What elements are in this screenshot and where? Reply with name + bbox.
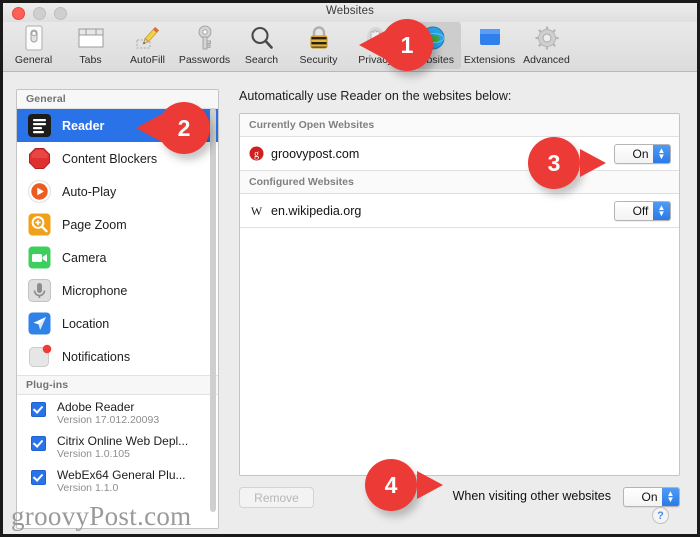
padlock-icon — [307, 24, 331, 52]
plugin-checkbox[interactable] — [31, 402, 46, 417]
callout-marker-3: 3 — [528, 137, 606, 195]
chevron-updown-icon: ▲ ▼ — [653, 201, 670, 220]
remove-button[interactable]: Remove — [239, 487, 314, 508]
sidebar-item-location-label: Location — [62, 316, 110, 331]
plugin-row-adobe-reader[interactable]: Adobe Reader Version 17.012.20093 — [17, 395, 218, 429]
svg-text:g: g — [254, 149, 259, 160]
marker-number: 4 — [384, 471, 398, 498]
sidebar-item-content-blockers-label: Content Blockers — [62, 151, 158, 166]
site-name: en.wikipedia.org — [271, 203, 362, 218]
other-websites-label: When visiting other websites — [452, 489, 611, 503]
toolbar-tab-tabs[interactable]: Tabs — [62, 22, 119, 69]
toolbar-tab-advanced[interactable]: Advanced — [518, 22, 575, 69]
sidebar-item-camera-label: Camera — [62, 250, 107, 265]
toolbar-tab-extensions-label: Extensions — [463, 54, 516, 66]
sidebar-item-notifications-label: Notifications — [62, 349, 131, 364]
auto-play-icon — [27, 179, 52, 204]
toolbar-tab-tabs-label: Tabs — [79, 54, 102, 66]
sidebar-item-location[interactable]: Location — [17, 307, 218, 340]
toolbar-tab-passwords[interactable]: Passwords — [176, 22, 233, 69]
toolbar-tab-search[interactable]: Search — [233, 22, 290, 69]
marker-number: 2 — [177, 114, 191, 141]
callout-marker-4: 4 — [365, 459, 443, 517]
callout-marker-1: 1 — [359, 19, 455, 77]
wikipedia-favicon: W — [249, 203, 264, 218]
help-button[interactable]: ? — [652, 507, 669, 524]
marker-number: 1 — [400, 31, 414, 58]
plugin-version: Version 1.1.0 — [57, 482, 119, 494]
marker-pointer — [580, 149, 606, 177]
content-blockers-icon — [27, 146, 52, 171]
toolbar-tab-extensions[interactable]: Extensions — [461, 22, 518, 69]
safari-preferences-window: Websites General Tabs AutoFill Passwords… — [0, 0, 700, 537]
section-header-currently-open: Currently Open Websites — [240, 114, 679, 137]
svg-text:W: W — [251, 204, 263, 218]
sidebar-scrollbar[interactable] — [210, 108, 216, 512]
section-header-configured: Configured Websites — [240, 171, 679, 194]
microphone-icon — [27, 278, 52, 303]
marker-number: 3 — [547, 149, 561, 176]
plugin-row-webex[interactable]: WebEx64 General Plu... Version 1.1.0 — [17, 463, 218, 497]
magnifier-icon — [249, 24, 275, 52]
panel-heading: Automatically use Reader on the websites… — [239, 89, 512, 103]
location-icon — [27, 311, 52, 336]
watermark: groovyPost.com — [11, 501, 192, 531]
toolbar-tab-passwords-label: Passwords — [178, 54, 231, 66]
toolbar-tab-security[interactable]: Security — [290, 22, 347, 69]
notifications-icon — [27, 344, 52, 369]
reader-icon — [27, 113, 52, 138]
autofill-pencil-icon — [135, 24, 161, 52]
preferences-toolbar: General Tabs AutoFill Passwords Search S… — [3, 22, 697, 72]
plugin-name: Adobe Reader — [57, 400, 135, 414]
toolbar-tab-autofill[interactable]: AutoFill — [119, 22, 176, 69]
page-zoom-icon — [27, 212, 52, 237]
wikipedia-reader-popup[interactable]: Off ▲ ▼ — [614, 200, 671, 221]
plugin-checkbox[interactable] — [31, 470, 46, 485]
sidebar-item-auto-play-label: Auto-Play — [62, 184, 117, 199]
websites-list: Currently Open Websites g groovypost.com… — [239, 113, 680, 476]
sidebar-item-notifications[interactable]: Notifications — [17, 340, 218, 373]
marker-pointer — [417, 471, 443, 499]
other-websites-popup[interactable]: On ▲ ▼ — [623, 487, 680, 507]
chevron-updown-icon: ▲ ▼ — [653, 144, 670, 163]
groovypost-reader-popup[interactable]: On ▲ ▼ — [614, 143, 671, 164]
sidebar-item-page-zoom-label: Page Zoom — [62, 217, 127, 232]
toolbar-tab-general[interactable]: General — [5, 22, 62, 69]
reader-settings-panel: Automatically use Reader on the websites… — [235, 89, 684, 534]
key-icon — [195, 24, 215, 52]
callout-marker-2: 2 — [136, 102, 232, 160]
title-bar: Websites — [3, 3, 697, 23]
toolbar-tab-search-label: Search — [244, 54, 279, 66]
window-title: Websites — [326, 5, 374, 17]
extensions-puzzle-icon — [477, 24, 503, 52]
sidebar-item-camera[interactable]: Camera — [17, 241, 218, 274]
tabs-icon — [78, 24, 104, 52]
plugin-name: WebEx64 General Plu... — [57, 468, 186, 482]
sidebar-item-reader-label: Reader — [62, 118, 105, 133]
sidebar-group-plugins-header: Plug-ins — [17, 376, 218, 395]
table-row[interactable]: g groovypost.com On ▲ ▼ — [240, 137, 679, 171]
chevron-updown-icon: ▲ ▼ — [662, 488, 679, 506]
plugin-name: Citrix Online Web Depl... — [57, 434, 189, 448]
plugin-row-citrix[interactable]: Citrix Online Web Depl... Version 1.0.10… — [17, 429, 218, 463]
toolbar-tab-advanced-label: Advanced — [523, 54, 570, 66]
sidebar-item-page-zoom[interactable]: Page Zoom — [17, 208, 218, 241]
sidebar-item-microphone[interactable]: Microphone — [17, 274, 218, 307]
toolbar-tab-autofill-label: AutoFill — [129, 54, 165, 66]
plugin-version: Version 1.0.105 — [57, 448, 130, 460]
groovypost-favicon: g — [249, 146, 264, 161]
gear-icon — [534, 24, 560, 52]
sidebar-item-auto-play[interactable]: Auto-Play — [17, 175, 218, 208]
plugin-checkbox[interactable] — [31, 436, 46, 451]
toolbar-tab-security-label: Security — [299, 54, 338, 66]
toolbar-tab-general-label: General — [14, 54, 53, 66]
table-row[interactable]: W en.wikipedia.org Off ▲ ▼ — [240, 194, 679, 228]
plugin-version: Version 17.012.20093 — [57, 414, 160, 426]
camera-icon — [27, 245, 52, 270]
general-icon — [23, 24, 45, 52]
sidebar-item-microphone-label: Microphone — [62, 283, 128, 298]
